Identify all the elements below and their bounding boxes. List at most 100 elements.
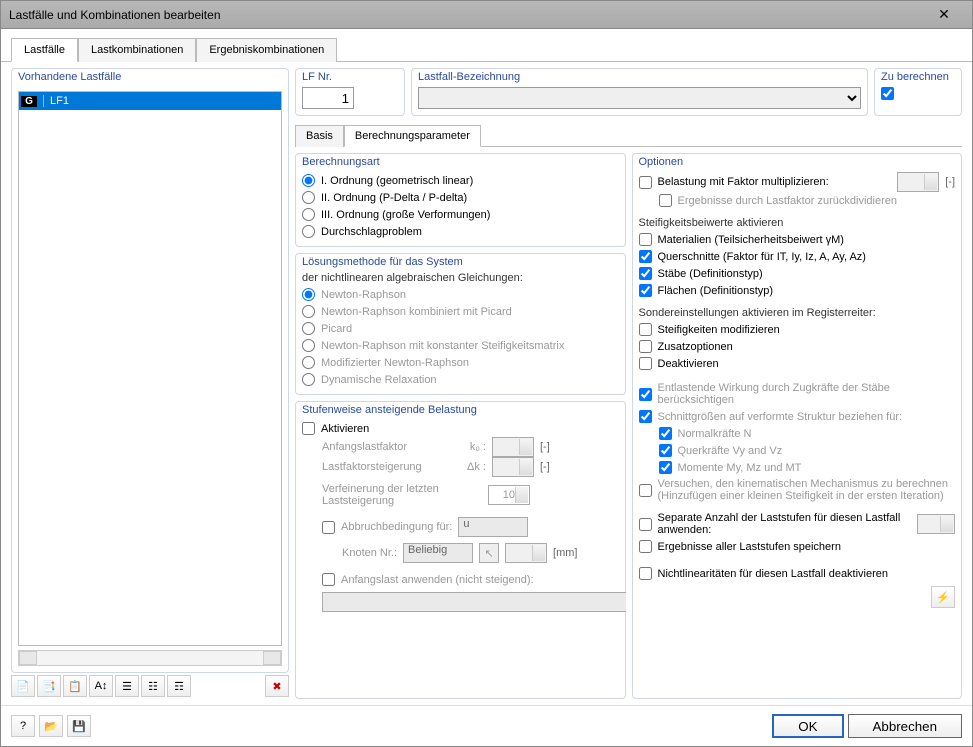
solver-group: Lösungsmethode für das System der nichtl… bbox=[295, 253, 626, 395]
existing-loadcases-group: Vorhandene Lastfälle G LF1 bbox=[11, 68, 289, 673]
opt-mod-nr: Modifizierter Newton-Raphson bbox=[302, 354, 619, 371]
new-icon[interactable]: 📄 bbox=[11, 675, 35, 697]
to-calculate-group: Zu berechnen bbox=[874, 68, 962, 116]
list1-icon[interactable]: ☰ bbox=[115, 675, 139, 697]
chk-extra-options[interactable]: Zusatzoptionen bbox=[639, 338, 956, 355]
row-factor-incr: Lastfaktorsteigerung Δk : [-] bbox=[322, 457, 619, 477]
main-tabs: Lastfälle Lastkombinationen Ergebniskomb… bbox=[1, 29, 972, 62]
solver-subtitle: der nichtlinearen algebraischen Gleichun… bbox=[302, 272, 619, 284]
lf-description-title: Lastfall-Bezeichnung bbox=[418, 71, 861, 83]
lightning-icon[interactable]: ⚡ bbox=[931, 586, 955, 608]
list-item[interactable]: G LF1 bbox=[19, 92, 281, 110]
chk-normal-n: Normalkräfte N bbox=[659, 425, 956, 442]
all-icon[interactable]: ☶ bbox=[167, 675, 191, 697]
dialog-window: Lastfälle und Kombinationen bearbeiten ✕… bbox=[0, 0, 973, 747]
row-node: Knoten Nr.: Beliebig ↖ [mm] bbox=[342, 543, 619, 563]
sort-icon[interactable]: A↕ bbox=[89, 675, 113, 697]
stiffness-head: Steifigkeitsbeiwerte aktivieren bbox=[639, 217, 956, 229]
cancel-button[interactable]: Abbrechen bbox=[848, 714, 962, 738]
chk-activate-incremental[interactable]: Aktivieren bbox=[302, 420, 619, 437]
to-calculate-checkbox[interactable] bbox=[881, 87, 894, 100]
chk-members[interactable]: Stäbe (Definitionstyp) bbox=[639, 265, 956, 282]
dd-node: Beliebig bbox=[403, 543, 473, 563]
calc-method-title: Berechnungsart bbox=[302, 156, 619, 168]
special-head: Sondereinstellungen aktivieren im Regist… bbox=[639, 307, 956, 319]
lf-number-input[interactable] bbox=[302, 87, 354, 109]
tab-loadcombos[interactable]: Lastkombinationen bbox=[78, 38, 196, 62]
dd-stop-var: u bbox=[458, 517, 528, 537]
chk-moment-m: Momente My, Mz und MT bbox=[659, 459, 956, 476]
opt-nr-picard: Newton-Raphson kombiniert mit Picard bbox=[302, 303, 619, 320]
window-title: Lastfälle und Kombinationen bearbeiten bbox=[9, 8, 924, 22]
titlebar: Lastfälle und Kombinationen bearbeiten ✕ bbox=[1, 1, 972, 29]
subtab-calcparams[interactable]: Berechnungsparameter bbox=[344, 125, 481, 147]
calc-method-group: Berechnungsart I. Ordnung (geometrisch l… bbox=[295, 153, 626, 247]
existing-loadcases-title: Vorhandene Lastfälle bbox=[18, 71, 282, 83]
assign-icon[interactable]: 📋 bbox=[63, 675, 87, 697]
options-group: Optionen Belastung mit Faktor multiplizi… bbox=[632, 153, 963, 699]
opt-nr-const-stiff: Newton-Raphson mit konstanter Steifigkei… bbox=[302, 337, 619, 354]
opt-dyn-relax: Dynamische Relaxation bbox=[302, 371, 619, 388]
dd-initial-load bbox=[322, 592, 626, 612]
loadcase-badge: G bbox=[21, 96, 37, 107]
open-icon[interactable]: 📂 bbox=[39, 715, 63, 737]
chk-stop-condition: Abbruchbedingung für: u bbox=[322, 515, 619, 539]
subtab-basis[interactable]: Basis bbox=[295, 125, 344, 147]
spin-factor-incr bbox=[492, 457, 534, 477]
copy-icon[interactable]: 📑 bbox=[37, 675, 61, 697]
loadcase-list[interactable]: G LF1 bbox=[18, 91, 282, 646]
opt-order-3[interactable]: III. Ordnung (große Verformungen) bbox=[302, 206, 619, 223]
lf-number-group: LF Nr. bbox=[295, 68, 405, 116]
save-icon[interactable]: 💾 bbox=[67, 715, 91, 737]
chk-apply-initial: Anfangslast anwenden (nicht steigend): bbox=[322, 571, 619, 588]
list2-icon[interactable]: ☷ bbox=[141, 675, 165, 697]
to-calculate-title: Zu berechnen bbox=[881, 71, 955, 83]
opt-picard: Picard bbox=[302, 320, 619, 337]
opt-order-2[interactable]: II. Ordnung (P-Delta / P-delta) bbox=[302, 189, 619, 206]
help-icon[interactable]: ? bbox=[11, 715, 35, 737]
spin-initial-factor bbox=[492, 437, 534, 457]
chk-save-all-steps[interactable]: Ergebnisse aller Laststufen speichern bbox=[639, 538, 956, 555]
options-title: Optionen bbox=[639, 156, 956, 168]
ok-button[interactable]: OK bbox=[772, 714, 843, 738]
delete-icon[interactable]: ✖ bbox=[265, 675, 289, 697]
chk-mul-factor[interactable]: Belastung mit Faktor multiplizieren: bbox=[639, 174, 829, 191]
row-sep-steps: Separate Anzahl der Laststufen für diese… bbox=[639, 510, 956, 538]
chk-disable-nonlin[interactable]: Nichtlinearitäten für diesen Lastfall de… bbox=[639, 565, 956, 582]
chk-modify-stiffness[interactable]: Steifigkeiten modifizieren bbox=[639, 321, 956, 338]
lf-number-title: LF Nr. bbox=[302, 71, 398, 83]
tab-resultcombos[interactable]: Ergebniskombinationen bbox=[196, 38, 337, 62]
row-refine: Verfeinerung der letzten Laststeigerung … bbox=[322, 483, 619, 507]
chk-kinematic: Versuchen, den kinematischen Mechanismus… bbox=[639, 476, 956, 504]
row-mul-factor: Belastung mit Faktor multiplizieren: [-] bbox=[639, 172, 956, 192]
opt-newton-raphson: Newton-Raphson bbox=[302, 286, 619, 303]
loadcase-toolbar: 📄 📑 📋 A↕ ☰ ☷ ☶ ✖ bbox=[11, 673, 289, 699]
close-button[interactable]: ✕ bbox=[924, 4, 964, 26]
chk-divide-results: Ergebnisse durch Lastfaktor zurückdividi… bbox=[659, 192, 956, 209]
chk-deformed-ref: Schnittgrößen auf verformte Struktur bez… bbox=[639, 408, 956, 425]
sub-tabs: Basis Berechnungsparameter bbox=[295, 124, 962, 147]
opt-postbuckling[interactable]: Durchschlagproblem bbox=[302, 223, 619, 240]
dialog-footer: ? 📂 💾 OK Abbrechen bbox=[1, 705, 972, 746]
chk-surfaces[interactable]: Flächen (Definitionstyp) bbox=[639, 282, 956, 299]
lf-description-group: Lastfall-Bezeichnung bbox=[411, 68, 868, 116]
chk-deactivate[interactable]: Deaktivieren bbox=[639, 355, 956, 372]
chk-materials[interactable]: Materialien (Teilsicherheitsbeiwert γM) bbox=[639, 231, 956, 248]
incremental-group: Stufenweise ansteigende Belastung Aktivi… bbox=[295, 401, 626, 699]
lf-description-select[interactable] bbox=[418, 87, 861, 109]
chk-cross-sections[interactable]: Querschnitte (Faktor für IT, Iy, Iz, A, … bbox=[639, 248, 956, 265]
chk-sep-steps[interactable]: Separate Anzahl der Laststufen für diese… bbox=[639, 510, 905, 538]
chk-shear-v: Querkräfte Vy and Vz bbox=[659, 442, 956, 459]
spin-refine: 10 bbox=[488, 485, 530, 505]
horizontal-scrollbar[interactable] bbox=[18, 650, 282, 666]
spin-node-val bbox=[505, 543, 547, 563]
row-initial-factor: Anfangslastfaktor k₀ : [-] bbox=[322, 437, 619, 457]
tab-loadcases[interactable]: Lastfälle bbox=[11, 38, 78, 62]
spin-mul-factor bbox=[897, 172, 939, 192]
spin-sep-steps bbox=[917, 514, 955, 534]
chk-tension-relief: Entlastende Wirkung durch Zugkräfte der … bbox=[639, 380, 956, 408]
incremental-title: Stufenweise ansteigende Belastung bbox=[302, 404, 619, 416]
loadcase-name: LF1 bbox=[43, 95, 281, 107]
opt-order-1[interactable]: I. Ordnung (geometrisch linear) bbox=[302, 172, 619, 189]
solver-title: Lösungsmethode für das System bbox=[302, 256, 619, 268]
